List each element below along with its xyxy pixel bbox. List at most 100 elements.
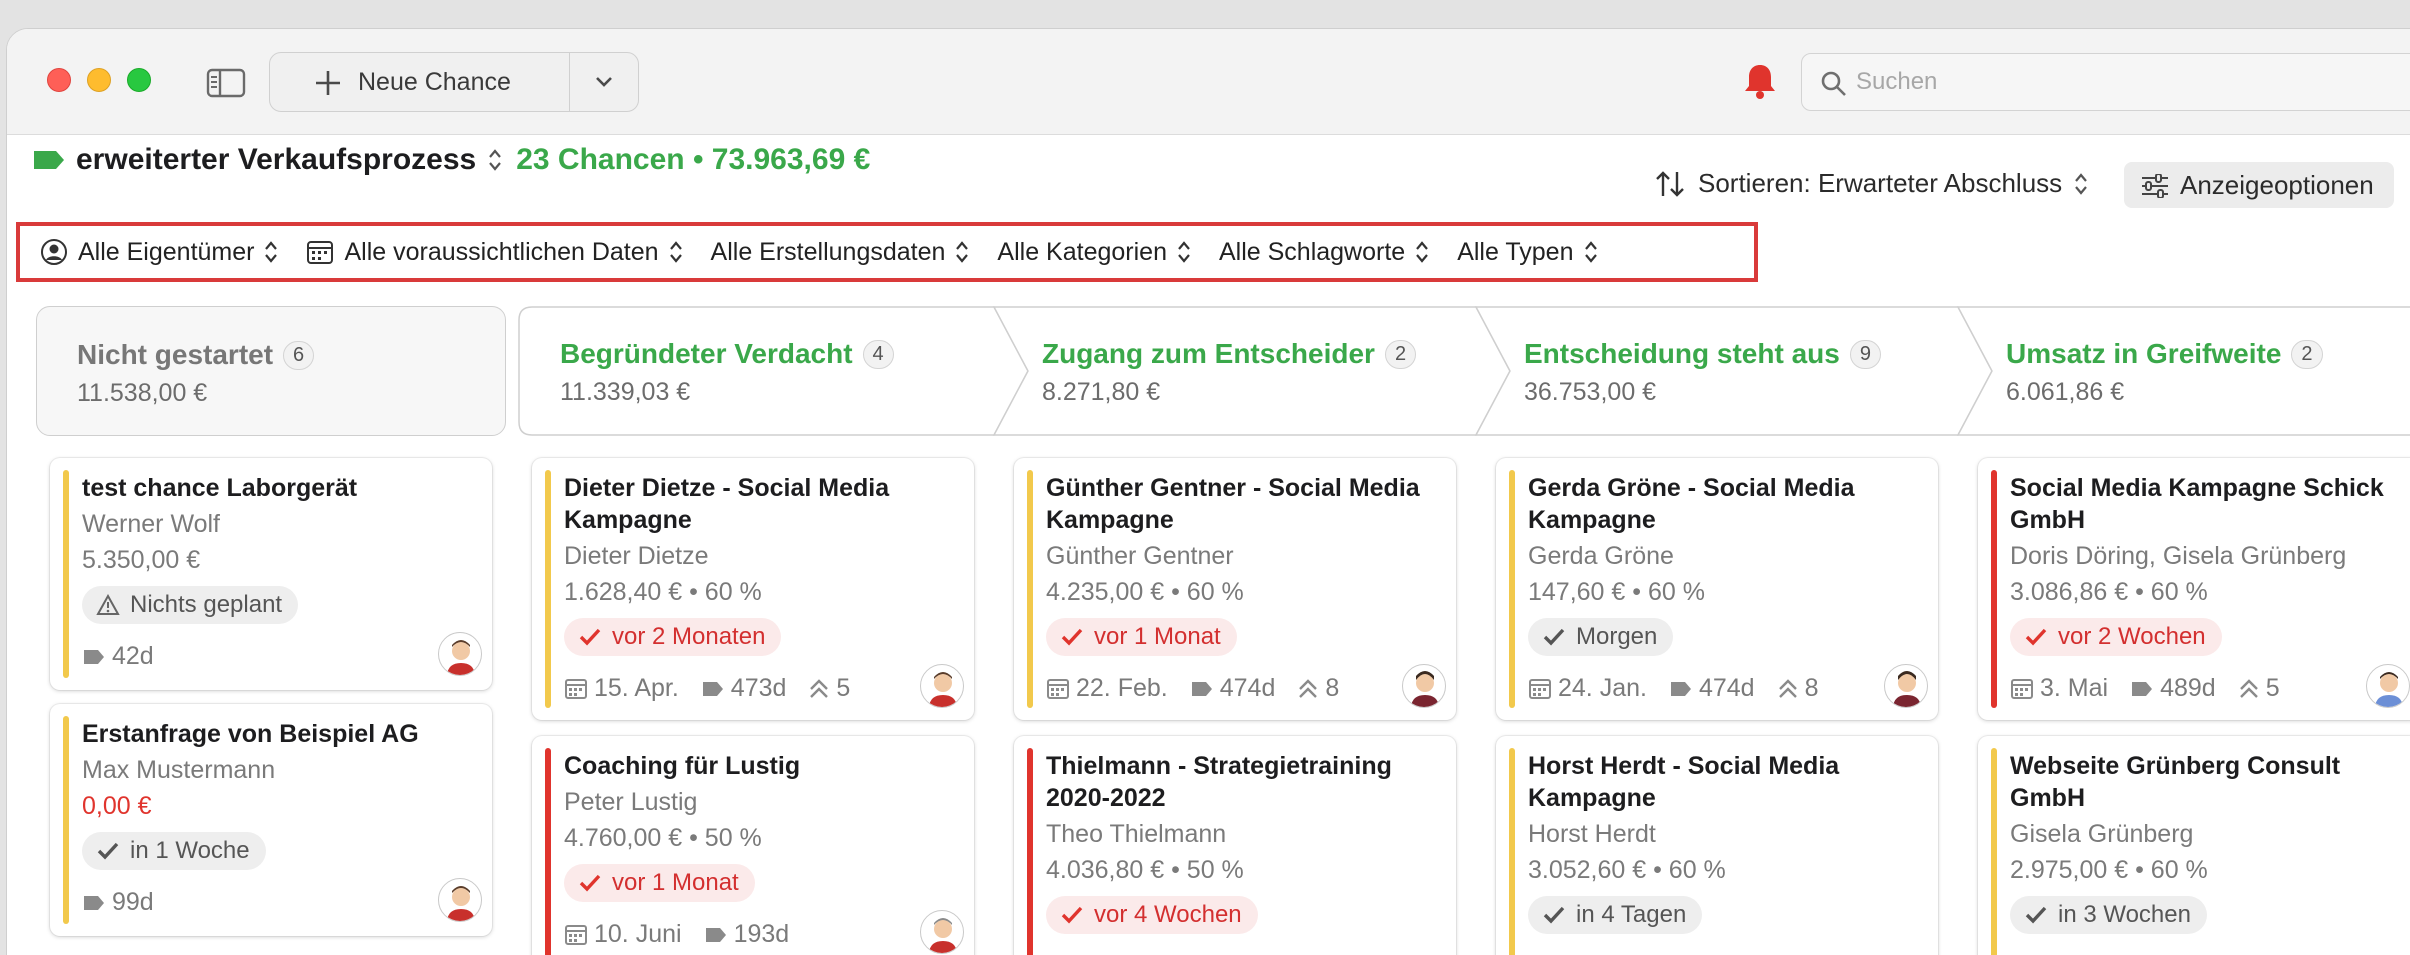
close-window-button[interactable] <box>47 68 71 92</box>
new-chance-group: Neue Chance <box>269 52 639 112</box>
opportunity-card[interactable]: Dieter Dietze - Social Media Kampagne Di… <box>532 458 974 720</box>
tag-icon <box>2132 681 2153 696</box>
stage-justified-suspicion[interactable]: Begründeter Verdacht 4 11.339,03 € <box>518 306 998 436</box>
opportunity-card[interactable]: Coaching für Lustig Peter Lustig 4.760,0… <box>532 736 974 955</box>
card-title: Gerda Gröne - Social Media Kampagne <box>1528 474 1855 534</box>
opportunity-card[interactable]: Günther Gentner - Social Media Kampagne … <box>1014 458 1456 720</box>
stage-sum: 36.753,00 € <box>1524 378 1657 406</box>
activity-pill[interactable]: vor 1 Monat <box>564 864 755 902</box>
activity-pill[interactable]: vor 4 Wochen <box>1046 896 1258 934</box>
opportunity-card[interactable]: Social Media Kampagne Schick GmbH Doris … <box>1978 458 2410 720</box>
person-circle-icon <box>41 239 67 265</box>
card-person: Dieter Dietze <box>564 542 709 570</box>
plus-icon <box>316 71 340 95</box>
notifications-bell-icon[interactable] <box>1743 62 1777 105</box>
card-meta: 15. Apr. 473d 5 <box>564 674 872 703</box>
priority-chevrons-icon <box>1778 678 1797 698</box>
filter-tags[interactable]: Alle Schlagworte <box>1219 238 1429 267</box>
search-field[interactable]: Suchen <box>1801 53 2410 111</box>
opportunity-card[interactable]: Erstanfrage von Beispiel AG Max Musterma… <box>50 704 492 936</box>
filter-categories[interactable]: Alle Kategorien <box>997 238 1191 267</box>
card-value: 1.628,40 € • 60 % <box>564 578 762 606</box>
filter-expected-date-label: Alle voraussichtlichen Daten <box>344 237 659 266</box>
activity-pill[interactable]: Nichts geplant <box>82 586 299 624</box>
activity-pill[interactable]: in 4 Tagen <box>1528 896 1703 934</box>
activity-pill[interactable]: vor 2 Wochen <box>2010 618 2222 656</box>
activity-pill[interactable]: vor 1 Monat <box>1046 618 1237 656</box>
updown-chevron-icon <box>956 241 969 263</box>
filter-expected-date[interactable]: Alle voraussichtlichen Daten <box>306 238 682 267</box>
new-chance-dropdown-button[interactable] <box>570 53 638 111</box>
opportunity-card[interactable]: Horst Herdt - Social Media Kampagne Hors… <box>1496 736 1938 955</box>
card-person: Gisela Grünberg <box>2010 820 2194 848</box>
card-person: Theo Thielmann <box>1046 820 1227 848</box>
pill-label: in 4 Tagen <box>1576 901 1687 928</box>
card-meta: 42d <box>82 642 176 671</box>
person-avatar-icon <box>929 918 957 953</box>
filter-creation-date-label: Alle Erstellungsdaten <box>710 237 946 266</box>
activity-pill[interactable]: in 1 Woche <box>82 832 266 870</box>
calendar-icon <box>1529 678 1551 699</box>
filter-creation-date[interactable]: Alle Erstellungsdaten <box>711 238 970 267</box>
activity-pill[interactable]: in 3 Wochen <box>2010 896 2207 934</box>
tag-icon <box>1670 681 1691 696</box>
pipeline-title[interactable]: erweiterter Verkaufsprozess <box>76 143 476 177</box>
titlebar: Neue Chance Suchen <box>7 29 2410 135</box>
card-person: Max Mustermann <box>82 756 276 784</box>
stage-count: 4 <box>862 340 894 369</box>
status-bar <box>1027 748 1033 955</box>
stage-access-to-decider[interactable]: Zugang zum Entscheider 2 8.271,80 € <box>1000 306 1480 436</box>
updown-chevron-icon[interactable] <box>488 148 502 172</box>
stage-name: Begründeter Verdacht 4 <box>560 338 894 370</box>
search-icon <box>1821 71 1846 96</box>
pill-label: vor 1 Monat <box>612 869 739 896</box>
stage-sum: 6.061,86 € <box>2006 378 2125 406</box>
stage-count: 2 <box>2291 340 2323 369</box>
card-priority: 8 <box>1325 674 1340 702</box>
person-avatar-icon <box>1893 671 1921 707</box>
sort-menu[interactable]: Sortieren: Erwarteter Abschluss <box>1654 168 2100 199</box>
card-person: Doris Döring, Gisela Grünberg <box>2010 542 2347 570</box>
checkmark-icon <box>1061 628 1083 646</box>
display-options-button[interactable]: Anzeigeoptionen <box>2124 162 2394 208</box>
stage-revenue-within-reach[interactable]: Umsatz in Greifweite 2 6.061,86 € <box>1964 306 2410 436</box>
pill-label: Nichts geplant <box>130 591 283 618</box>
minimize-window-button[interactable] <box>87 68 111 92</box>
opportunity-card[interactable]: Webseite Grünberg Consult GmbH Gisela Gr… <box>1978 736 2410 955</box>
status-bar <box>1991 470 1997 708</box>
card-person: Peter Lustig <box>564 788 698 816</box>
card-person: Werner Wolf <box>82 510 221 538</box>
filter-owner[interactable]: Alle Eigentümer <box>40 238 278 267</box>
tag-icon <box>1191 681 1212 696</box>
person-avatar-icon <box>447 640 475 675</box>
updown-chevron-icon <box>1178 241 1190 263</box>
opportunity-card[interactable]: Thielmann - Strategietraining 2020-2022 … <box>1014 736 1456 955</box>
sidebar-toggle-button[interactable] <box>201 65 251 101</box>
stage-decision-pending[interactable]: Entscheidung steht aus 9 36.753,00 € <box>1482 306 1962 436</box>
card-title: Social Media Kampagne Schick GmbH <box>2010 474 2384 534</box>
card-value: 2.975,00 € • 60 % <box>2010 856 2208 884</box>
checkmark-icon <box>2025 906 2047 924</box>
opportunity-card[interactable]: Gerda Gröne - Social Media Kampagne Gerd… <box>1496 458 1938 720</box>
activity-pill[interactable]: vor 2 Monaten <box>564 618 782 656</box>
person-avatar-icon <box>447 886 475 921</box>
card-priority: 8 <box>1804 674 1819 702</box>
card-person: Günther Gentner <box>1046 542 1234 570</box>
new-chance-label: Neue Chance <box>358 67 511 96</box>
stage-not-started[interactable]: Nicht gestartet 6 11.538,00 € <box>36 306 506 436</box>
filter-types[interactable]: Alle Typen <box>1457 238 1597 267</box>
pill-label: Morgen <box>1576 623 1658 650</box>
activity-pill[interactable]: Morgen <box>1528 618 1674 656</box>
avatar <box>2366 664 2410 708</box>
avatar <box>438 878 482 922</box>
card-value: 4.235,00 € • 60 % <box>1046 578 1244 606</box>
card-title: Webseite Grünberg Consult GmbH <box>2010 752 2341 812</box>
card-title: Coaching für Lustig <box>564 752 801 780</box>
opportunity-card[interactable]: test chance Laborgerät Werner Wolf 5.350… <box>50 458 492 690</box>
card-value: 147,60 € • 60 % <box>1528 578 1705 606</box>
avatar <box>438 632 482 676</box>
sliders-icon <box>2142 174 2168 198</box>
zoom-window-button[interactable] <box>127 68 151 92</box>
new-chance-button[interactable]: Neue Chance <box>270 53 570 111</box>
card-value: 4.036,80 € • 50 % <box>1046 856 1244 884</box>
